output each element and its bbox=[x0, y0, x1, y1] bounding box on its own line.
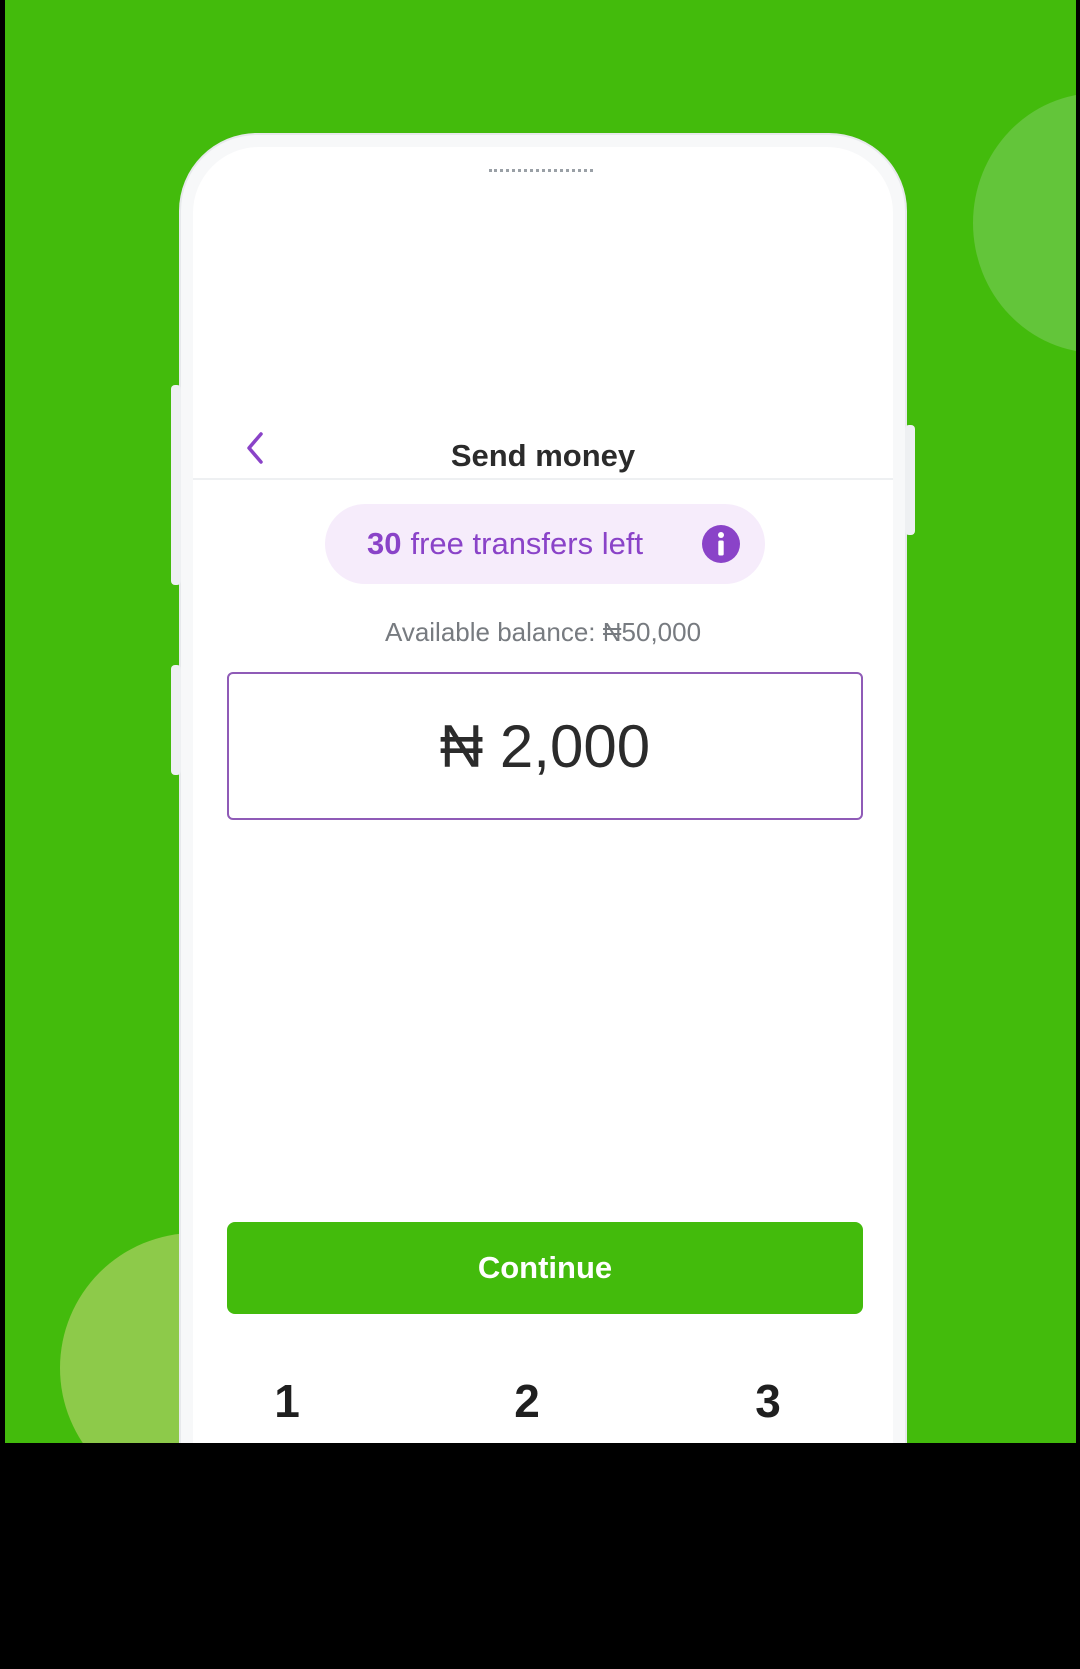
continue-button[interactable]: Continue bbox=[227, 1222, 863, 1314]
phone-side-button bbox=[171, 385, 181, 585]
decorative-circle bbox=[973, 93, 1076, 353]
phone-speaker bbox=[489, 169, 593, 173]
free-transfers-count: 30 bbox=[367, 526, 402, 561]
amount-input[interactable]: ₦ 2,000 bbox=[227, 672, 863, 820]
background: Send money 30 free transfers left Availa… bbox=[5, 0, 1076, 1443]
free-transfers-badge: 30 free transfers left bbox=[325, 504, 765, 584]
free-transfers-label: free transfers left bbox=[410, 526, 644, 561]
info-icon[interactable] bbox=[701, 524, 741, 564]
keypad-key-2[interactable]: 2 bbox=[467, 1361, 587, 1441]
page-title: Send money bbox=[450, 438, 636, 473]
app-screen: Send money 30 free transfers left Availa… bbox=[193, 147, 893, 1443]
available-balance: Available balance: ₦50,000 bbox=[384, 617, 702, 647]
keypad-key-1[interactable]: 1 bbox=[227, 1361, 347, 1441]
phone-frame: Send money 30 free transfers left Availa… bbox=[171, 135, 915, 1443]
keypad-key-3[interactable]: 3 bbox=[708, 1361, 828, 1441]
phone-side-button bbox=[171, 665, 181, 775]
app-header: Send money bbox=[193, 324, 893, 480]
phone-side-button bbox=[905, 425, 915, 535]
